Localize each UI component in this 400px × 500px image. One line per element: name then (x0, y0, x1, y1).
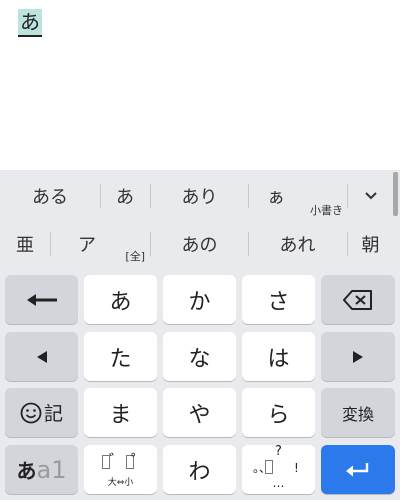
key-ha[interactable]: は (242, 332, 315, 381)
candidate-item[interactable]: ぁ 小書き (249, 172, 347, 220)
candidate-item[interactable]: ア [全] (51, 220, 151, 268)
triangle-right-icon (353, 350, 363, 363)
key-ma[interactable]: ま (84, 388, 157, 437)
input-mode-key[interactable]: あ a1 (5, 445, 78, 494)
candidate-item[interactable]: あの (151, 220, 248, 268)
candidate-item[interactable]: あり (151, 172, 248, 220)
cursor-left-key[interactable] (5, 332, 78, 381)
key-wa[interactable]: わ (163, 445, 236, 494)
backspace-key[interactable] (321, 275, 395, 324)
candidate-item[interactable]: ある (0, 172, 100, 220)
key-na[interactable]: な (163, 332, 236, 381)
convert-key[interactable]: 変換 (321, 388, 395, 437)
backspace-icon (343, 289, 372, 310)
candidate-item[interactable]: あ (101, 172, 149, 220)
candidate-bar-row2: 亜 ア [全] あの あれ 朝 (0, 220, 393, 268)
arrow-left-bar-icon (26, 293, 57, 306)
symbol-emoji-key[interactable]: 記 (5, 388, 78, 437)
dakuten-small-key[interactable]: ゛ ゜ 大⇔小 (84, 445, 157, 494)
return-arrow-icon (346, 462, 369, 476)
key-ta[interactable]: た (84, 332, 157, 381)
key-a[interactable]: あ (84, 275, 157, 324)
candidate-item[interactable]: 朝 (348, 220, 393, 268)
punctuation-key[interactable]: ? 。、 ! … (242, 444, 315, 494)
japanese-keyboard: ある あ あり ぁ 小書き 亜 ア [全] あの あれ 朝 あ か さ た な … (0, 170, 400, 500)
key-ra[interactable]: ら (242, 388, 315, 437)
candidate-item[interactable]: あれ (249, 220, 346, 268)
cursor-back-key[interactable] (5, 275, 78, 324)
candidate-scrollbar[interactable] (393, 172, 398, 216)
candidate-bar-row1: ある あ あり ぁ 小書き (0, 172, 393, 220)
chevron-down-icon (364, 192, 377, 200)
triangle-left-icon (36, 350, 47, 363)
key-ya[interactable]: や (163, 388, 236, 437)
key-sa[interactable]: さ (242, 275, 315, 324)
smiley-icon (20, 402, 42, 423)
candidate-item[interactable]: 亜 (0, 220, 50, 268)
composing-text: あ (18, 9, 42, 37)
enter-key[interactable] (321, 445, 395, 494)
expand-candidates-button[interactable] (348, 172, 393, 220)
cursor-right-key[interactable] (321, 332, 395, 381)
key-ka[interactable]: か (163, 275, 236, 324)
